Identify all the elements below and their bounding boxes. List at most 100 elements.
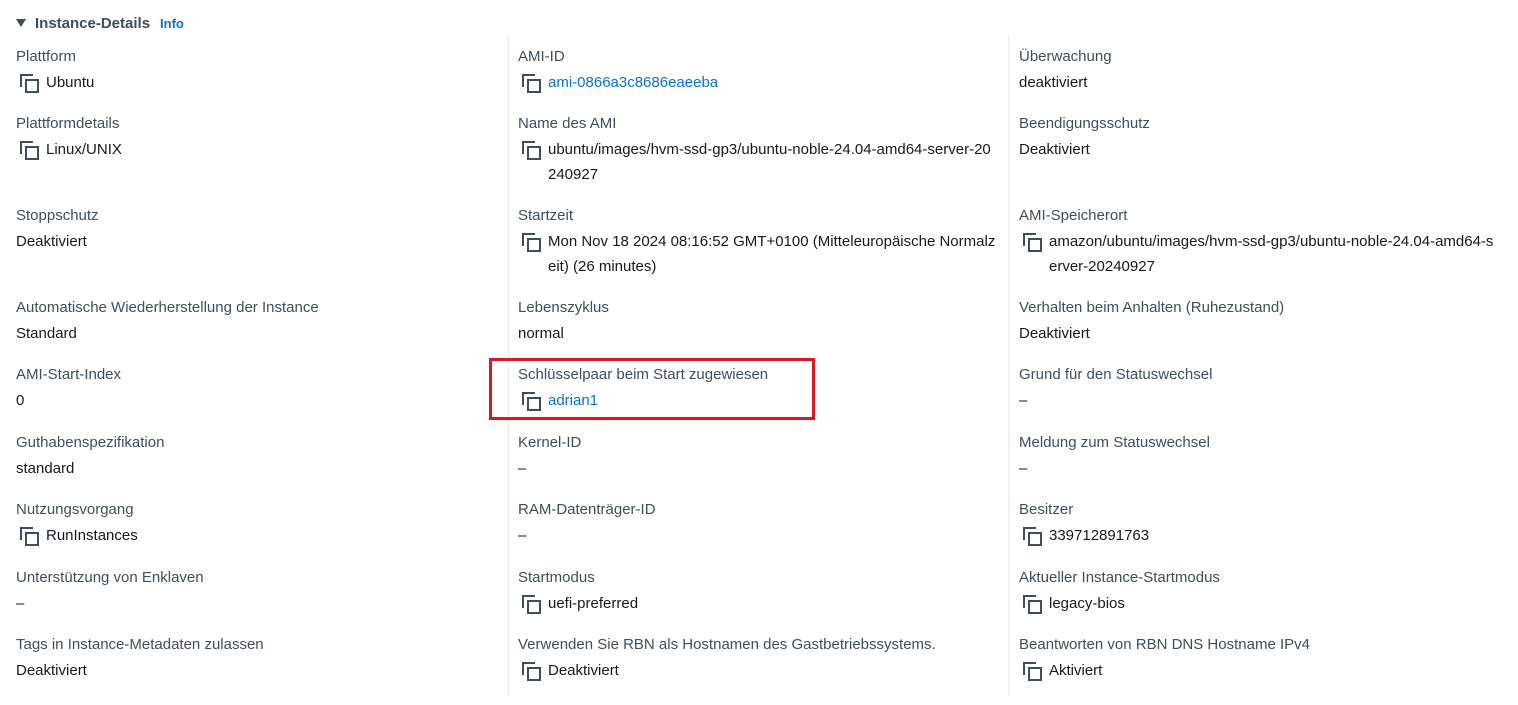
- field-value: legacy-bios: [1049, 595, 1125, 612]
- field-value-row: Deaktiviert: [1019, 321, 1499, 346]
- field-grund-fuer-den-statuswechsel: Grund für den Statuswechsel –: [1019, 364, 1499, 413]
- copy-icon[interactable]: [522, 662, 541, 681]
- field-value: Ubuntu: [46, 74, 95, 91]
- field-stoppschutz: Stoppschutz Deaktiviert: [16, 205, 492, 254]
- field-value: Linux/UNIX: [46, 141, 122, 158]
- field-label: Startmodus: [518, 569, 595, 586]
- field-guthabenspezifikation: Guthabenspezifikation standard: [16, 432, 492, 481]
- field-value: Deaktiviert: [548, 662, 619, 679]
- field-ami-start-index: AMI-Start-Index 0: [16, 364, 492, 413]
- field-value: Standard: [16, 325, 77, 342]
- field-label: Name des AMI: [518, 115, 617, 132]
- copy-icon[interactable]: [522, 392, 541, 411]
- field-beantworten-von-rbn-dns-hostname-ipv4: Beantworten von RBN DNS Hostname IPv4 Akt…: [1019, 634, 1499, 683]
- field-value-row: Deaktiviert: [1019, 137, 1499, 162]
- field-value-row: uefi-preferred: [518, 591, 998, 616]
- copy-icon[interactable]: [522, 595, 541, 614]
- field-ueberwachung: Überwachung deaktiviert: [1019, 46, 1499, 95]
- field-startmodus: Startmodus uefi-preferred: [518, 567, 998, 616]
- field-value-row: Deaktiviert: [518, 658, 998, 683]
- field-value: –: [518, 527, 527, 544]
- field-nutzungsvorgang: Nutzungsvorgang RunInstances: [16, 499, 492, 548]
- field-value: –: [1019, 460, 1028, 477]
- field-value-row: ami-0866a3c8686eaeeba: [518, 70, 998, 95]
- field-value: Deaktiviert: [16, 662, 87, 679]
- copy-icon[interactable]: [1023, 233, 1042, 252]
- field-value: Mon Nov 18 2024 08:16:52 GMT+0100 (Mitte…: [548, 233, 996, 275]
- field-value-row: normal: [518, 321, 998, 346]
- field-value-row: –: [1019, 456, 1499, 481]
- field-value-row: –: [1019, 388, 1499, 413]
- field-value: Deaktiviert: [1019, 325, 1090, 342]
- field-value-row: 339712891763: [1019, 523, 1499, 548]
- field-verwenden-sie-rbn-als-hostnamen-des-gastbetriebssystems: Verwenden Sie RBN als Hostnamen des Gast…: [518, 634, 998, 683]
- copy-icon[interactable]: [1023, 662, 1042, 681]
- field-ami-id: AMI-ID ami-0866a3c8686eaeeba: [518, 46, 998, 95]
- field-value-row: 0: [16, 388, 492, 413]
- field-value-row: deaktiviert: [1019, 70, 1499, 95]
- field-label: Beendigungsschutz: [1019, 115, 1150, 132]
- field-startzeit: Startzeit Mon Nov 18 2024 08:16:52 GMT+01…: [518, 205, 998, 279]
- field-value: amazon/ubuntu/images/hvm-ssd-gp3/ubuntu-…: [1049, 233, 1494, 275]
- field-label: Grund für den Statuswechsel: [1019, 366, 1213, 383]
- field-value: RunInstances: [46, 527, 138, 544]
- field-value-row: Mon Nov 18 2024 08:16:52 GMT+0100 (Mitte…: [518, 229, 998, 279]
- field-label: Verwenden Sie RBN als Hostnamen des Gast…: [518, 636, 936, 653]
- field-label: Tags in Instance-Metadaten zulassen: [16, 636, 264, 653]
- field-label: Meldung zum Statuswechsel: [1019, 434, 1210, 451]
- field-name-des-ami: Name des AMI ubuntu/images/hvm-ssd-gp3/ub…: [518, 113, 998, 187]
- field-value-link[interactable]: adrian1: [548, 388, 598, 413]
- copy-icon[interactable]: [522, 233, 541, 252]
- field-value-row: Ubuntu: [16, 70, 492, 95]
- field-label: Beantworten von RBN DNS Hostname IPv4: [1019, 636, 1310, 653]
- field-value-row: ubuntu/images/hvm-ssd-gp3/ubuntu-noble-2…: [518, 137, 998, 187]
- field-value-link[interactable]: ami-0866a3c8686eaeeba: [548, 70, 718, 95]
- field-label: AMI-ID: [518, 48, 565, 65]
- copy-icon[interactable]: [20, 527, 39, 546]
- field-automatische-wiederherstellung-der-instance: Automatische Wiederherstellung der Insta…: [16, 297, 492, 346]
- copy-icon[interactable]: [20, 74, 39, 93]
- copy-icon[interactable]: [522, 141, 541, 160]
- field-label: Verhalten beim Anhalten (Ruhezustand): [1019, 299, 1285, 316]
- copy-icon[interactable]: [1023, 595, 1042, 614]
- copy-icon[interactable]: [522, 74, 541, 93]
- field-value: ubuntu/images/hvm-ssd-gp3/ubuntu-noble-2…: [548, 141, 991, 183]
- field-value-row: amazon/ubuntu/images/hvm-ssd-gp3/ubuntu-…: [1019, 229, 1499, 279]
- field-label: Schlüsselpaar beim Start zugewiesen: [518, 366, 769, 383]
- field-beendigungsschutz: Beendigungsschutz Deaktiviert: [1019, 113, 1499, 162]
- field-label: Stoppschutz: [16, 207, 99, 224]
- field-value: –: [16, 595, 25, 612]
- field-plattformdetails: Plattformdetails Linux/UNIX: [16, 113, 492, 162]
- field-value-row: –: [518, 456, 998, 481]
- field-label: Überwachung: [1019, 48, 1112, 65]
- instance-details-panel: Instance-Details Info Plattform Ubuntu Pla…: [0, 0, 1518, 705]
- column-1: Plattform Ubuntu Plattformdetails Linux/UNI…: [16, 36, 492, 696]
- caret-down-icon[interactable]: [16, 19, 26, 27]
- field-label: Guthabenspezifikation: [16, 434, 165, 451]
- field-value-row: Deaktiviert: [16, 229, 492, 254]
- field-value: Aktiviert: [1049, 662, 1103, 679]
- field-besitzer: Besitzer 339712891763: [1019, 499, 1499, 548]
- field-meldung-zum-statuswechsel: Meldung zum Statuswechsel –: [1019, 432, 1499, 481]
- section-title[interactable]: Instance-Details: [35, 15, 150, 32]
- field-tags-in-instance-metadaten-zulassen: Tags in Instance-Metadaten zulassen Deakt…: [16, 634, 492, 683]
- column-3: Überwachung deaktiviert Beendigungsschutz D…: [1008, 36, 1509, 696]
- field-label: Plattform: [16, 48, 77, 65]
- field-label: Aktueller Instance-Startmodus: [1019, 569, 1220, 586]
- field-label: AMI-Start-Index: [16, 366, 122, 383]
- copy-icon[interactable]: [1023, 527, 1042, 546]
- field-value-row: –: [518, 523, 998, 548]
- field-aktueller-instance-startmodus: Aktueller Instance-Startmodus legacy-bios: [1019, 567, 1499, 616]
- field-ami-speicherort: AMI-Speicherort amazon/ubuntu/images/hvm-…: [1019, 205, 1499, 279]
- section-header[interactable]: Instance-Details Info: [16, 12, 184, 34]
- field-value-row: adrian1: [518, 388, 998, 413]
- field-label: Kernel-ID: [518, 434, 582, 451]
- column-2: AMI-ID ami-0866a3c8686eaeeba Name des AMI u…: [508, 36, 1008, 696]
- field-label: AMI-Speicherort: [1019, 207, 1128, 224]
- field-value: deaktiviert: [1019, 74, 1088, 91]
- field-value-row: Aktiviert: [1019, 658, 1499, 683]
- info-link[interactable]: Info: [160, 16, 184, 31]
- field-label: Automatische Wiederherstellung der Insta…: [16, 299, 319, 316]
- copy-icon[interactable]: [20, 141, 39, 160]
- field-value: 339712891763: [1049, 527, 1150, 544]
